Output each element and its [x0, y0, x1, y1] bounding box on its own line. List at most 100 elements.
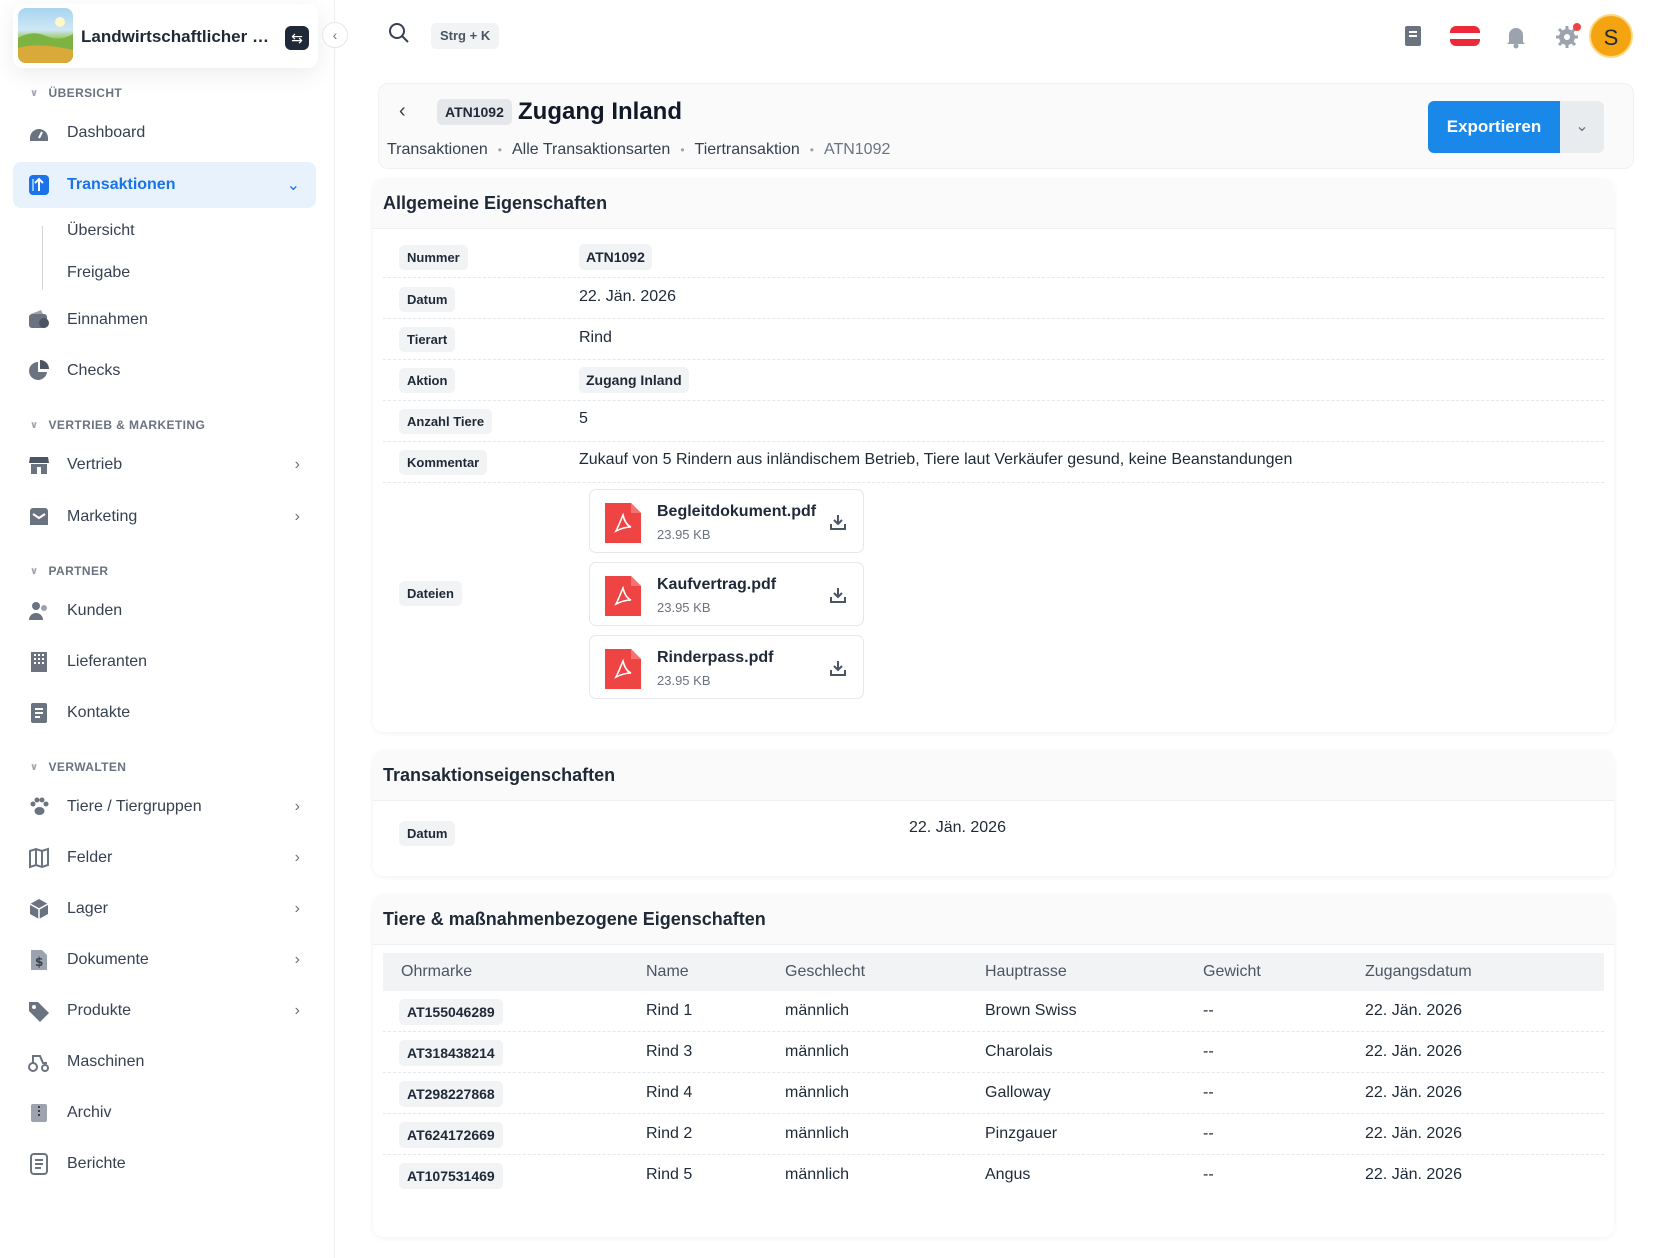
sidebar-subitem-release[interactable]: Freigabe [67, 264, 130, 282]
download-icon[interactable] [830, 514, 846, 530]
cell-name: Rind 1 [646, 1002, 693, 1019]
bell-icon[interactable] [1502, 22, 1530, 50]
chevron-right-icon: › [294, 951, 300, 968]
section-partner[interactable]: ∨ PARTNER [30, 564, 108, 578]
column-header-weight[interactable]: Gewicht [1203, 963, 1261, 981]
file-size: 23.95 KB [657, 673, 711, 688]
file-attachment[interactable]: Kaufvertrag.pdf 23.95 KB [589, 562, 864, 626]
breadcrumb: Transaktionen • Alle Transaktionsarten •… [387, 141, 890, 159]
sidebar-item-label: Kontakte [67, 704, 131, 721]
report-icon [30, 1153, 48, 1175]
sidebar-item-dashboard[interactable]: Dashboard [13, 110, 316, 156]
contact-book-icon [31, 703, 47, 723]
store-icon [29, 457, 49, 474]
column-header-entry-date[interactable]: Zugangsdatum [1365, 963, 1472, 981]
sidebar-item-label: Maschinen [67, 1053, 145, 1070]
column-header-name[interactable]: Name [646, 963, 689, 981]
dollar-document-icon: $ [31, 950, 47, 970]
sidebar-item-label: Marketing [67, 508, 138, 525]
column-header-sex[interactable]: Geschlecht [785, 963, 865, 981]
sidebar-item-marketing[interactable]: Marketing › [13, 494, 316, 540]
property-value: 5 [579, 410, 588, 427]
property-row: Nummer ATN1092 [383, 237, 1604, 278]
sidebar-item-documents[interactable]: $ Dokumente › [13, 937, 316, 983]
cell-breed: Pinzgauer [985, 1125, 1058, 1142]
cell-entry-date: 22. Jän. 2026 [1365, 1125, 1462, 1142]
sidebar-item-machines[interactable]: Maschinen [13, 1039, 316, 1085]
brand-switcher[interactable]: Landwirtschaftlicher B... ⇆ [13, 4, 318, 68]
cell-entry-date: 22. Jän. 2026 [1365, 1166, 1462, 1183]
sidebar-item-products[interactable]: Produkte › [13, 988, 316, 1034]
table-row[interactable]: AT155046289 Rind 1 männlich Brown Swiss … [383, 991, 1604, 1032]
card-title: Allgemeine Eigenschaften [383, 193, 608, 213]
brand-name: Landwirtschaftlicher B... [81, 27, 271, 46]
table-row[interactable]: AT318438214 Rind 3 männlich Charolais --… [383, 1032, 1604, 1073]
breadcrumb-item[interactable]: Tiertransaktion [695, 141, 800, 159]
austria-flag-icon[interactable] [1449, 22, 1481, 50]
section-overview[interactable]: ∨ ÜBERSICHT [30, 86, 122, 100]
sidebar-item-reports[interactable]: Berichte [13, 1141, 316, 1187]
sidebar-item-transactions[interactable]: Transaktionen ⌄ [13, 162, 316, 208]
file-attachment[interactable]: Rinderpass.pdf 23.95 KB [589, 635, 864, 699]
section-manage[interactable]: ∨ VERWALTEN [30, 760, 126, 774]
cell-weight: -- [1203, 1043, 1214, 1060]
back-arrow-icon[interactable]: ‹ [399, 100, 406, 123]
breadcrumb-item[interactable]: Transaktionen [387, 141, 488, 159]
sidebar-item-contacts[interactable]: Kontakte [13, 690, 316, 736]
avatar[interactable]: S [1589, 14, 1633, 58]
tag-icon [29, 1002, 49, 1022]
property-value: 22. Jän. 2026 [909, 819, 1006, 836]
book-icon[interactable] [1399, 22, 1427, 50]
sidebar-item-animals[interactable]: Tiere / Tiergruppen › [13, 784, 316, 830]
sidebar-item-label: Lager [67, 900, 108, 917]
sidebar: Landwirtschaftlicher B... ⇆ ‹ ∨ ÜBERSICHT… [0, 0, 348, 1258]
archive-icon [31, 1104, 47, 1122]
cell-name: Rind 4 [646, 1084, 693, 1101]
cell-breed: Charolais [985, 1043, 1053, 1060]
cell-entry-date: 22. Jän. 2026 [1365, 1043, 1462, 1060]
breadcrumb-separator: • [809, 143, 814, 157]
export-button[interactable]: Exportieren [1428, 101, 1560, 153]
file-name[interactable]: Begleitdokument.pdf [657, 503, 816, 521]
section-label: VERWALTEN [48, 760, 127, 774]
column-header-eartag[interactable]: Ohrmarke [401, 963, 472, 981]
export-menu-button[interactable]: ⌄ [1560, 101, 1604, 153]
chevron-right-icon: › [294, 900, 300, 917]
sidebar-item-fields[interactable]: Felder › [13, 835, 316, 881]
sidebar-item-label: Felder [67, 849, 113, 866]
section-sales-marketing[interactable]: ∨ VERTRIEB & MARKETING [30, 418, 205, 432]
sidebar-subitem-overview[interactable]: Übersicht [67, 222, 135, 240]
table-row[interactable]: AT107531469 Rind 5 männlich Angus -- 22.… [383, 1155, 1604, 1196]
download-icon[interactable] [830, 660, 846, 676]
sidebar-item-storage[interactable]: Lager › [13, 886, 316, 932]
collapse-sidebar-button[interactable]: ‹ [322, 22, 348, 48]
table-row[interactable]: AT298227868 Rind 4 männlich Galloway -- … [383, 1073, 1604, 1114]
table-row[interactable]: AT624172669 Rind 2 männlich Pinzgauer --… [383, 1114, 1604, 1155]
search-shortcut[interactable]: Strg + K [431, 23, 500, 49]
download-icon[interactable] [830, 587, 846, 603]
card-title: Tiere & maßnahmenbezogene Eigenschaften [383, 909, 766, 929]
property-value: Zukauf von 5 Rindern aus inländischem Be… [579, 451, 1293, 468]
switch-icon[interactable]: ⇆ [285, 26, 309, 50]
pie-chart-icon [29, 360, 49, 380]
wallet-icon [29, 310, 49, 328]
pdf-file-icon [605, 649, 641, 689]
chevron-right-icon: › [294, 798, 300, 815]
file-name[interactable]: Kaufvertrag.pdf [657, 576, 776, 594]
sidebar-item-checks[interactable]: Checks [13, 348, 316, 394]
sidebar-item-customers[interactable]: Kunden [13, 588, 316, 634]
gear-icon[interactable] [1553, 22, 1581, 50]
sidebar-item-archive[interactable]: Archiv [13, 1090, 316, 1136]
sidebar-item-suppliers[interactable]: Lieferanten [13, 639, 316, 685]
chevron-right-icon: › [294, 1002, 300, 1019]
sidebar-item-income[interactable]: Einnahmen [13, 297, 316, 343]
search-icon[interactable] [388, 22, 410, 44]
breadcrumb-item[interactable]: Alle Transaktionsarten [512, 141, 670, 159]
column-header-breed[interactable]: Hauptrasse [985, 963, 1067, 981]
file-name[interactable]: Rinderpass.pdf [657, 649, 773, 667]
file-attachment[interactable]: Begleitdokument.pdf 23.95 KB [589, 489, 864, 553]
table-header: Ohrmarke Name Geschlecht Hauptrasse Gewi… [383, 953, 1604, 991]
property-label: Aktion [399, 368, 456, 393]
sidebar-item-sales[interactable]: Vertrieb › [13, 442, 316, 488]
cell-breed: Angus [985, 1166, 1031, 1183]
